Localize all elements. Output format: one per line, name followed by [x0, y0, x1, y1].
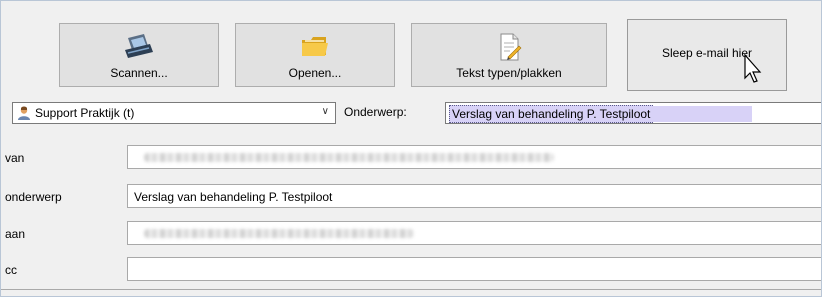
van-label: van [5, 151, 25, 165]
type-paste-text-button[interactable]: Tekst typen/plakken [411, 23, 607, 87]
scan-button-label: Scannen... [110, 66, 168, 80]
aan-field[interactable] [127, 221, 821, 245]
subject-input[interactable]: Verslag van behandeling P. Testpiloot [445, 102, 821, 124]
user-icon [17, 106, 32, 124]
type-paste-text-label: Tekst typen/plakken [456, 66, 562, 80]
onderwerp-label: onderwerp [5, 190, 62, 204]
sender-select[interactable]: Support Praktijk (t) ∨ [12, 102, 336, 124]
aan-label: aan [5, 227, 26, 241]
redacted-aan-value [144, 229, 414, 238]
cc-field[interactable] [127, 257, 821, 281]
subject-label: Onderwerp: [344, 105, 407, 119]
mouse-cursor-icon [744, 53, 766, 89]
divider [1, 289, 821, 290]
scanner-icon [122, 32, 156, 65]
open-button[interactable]: Openen... [235, 23, 395, 87]
document-edit-icon [495, 32, 523, 65]
scan-button[interactable]: Scannen... [59, 23, 219, 87]
sender-select-value: Support Praktijk (t) [35, 106, 135, 120]
onderwerp-field-value: Verslag van behandeling P. Testpiloot [134, 190, 333, 204]
folder-icon [299, 32, 331, 63]
open-button-label: Openen... [288, 66, 342, 80]
chevron-down-icon[interactable]: ∨ [322, 106, 329, 117]
redacted-van-value [144, 153, 554, 162]
van-field[interactable] [127, 145, 821, 169]
cc-label: cc [5, 263, 17, 277]
onderwerp-field[interactable]: Verslag van behandeling P. Testpiloot [127, 184, 821, 208]
subject-input-value: Verslag van behandeling P. Testpiloot [449, 105, 753, 123]
email-import-panel: Scannen... Openen... Tekst typen/plakken [0, 0, 822, 297]
